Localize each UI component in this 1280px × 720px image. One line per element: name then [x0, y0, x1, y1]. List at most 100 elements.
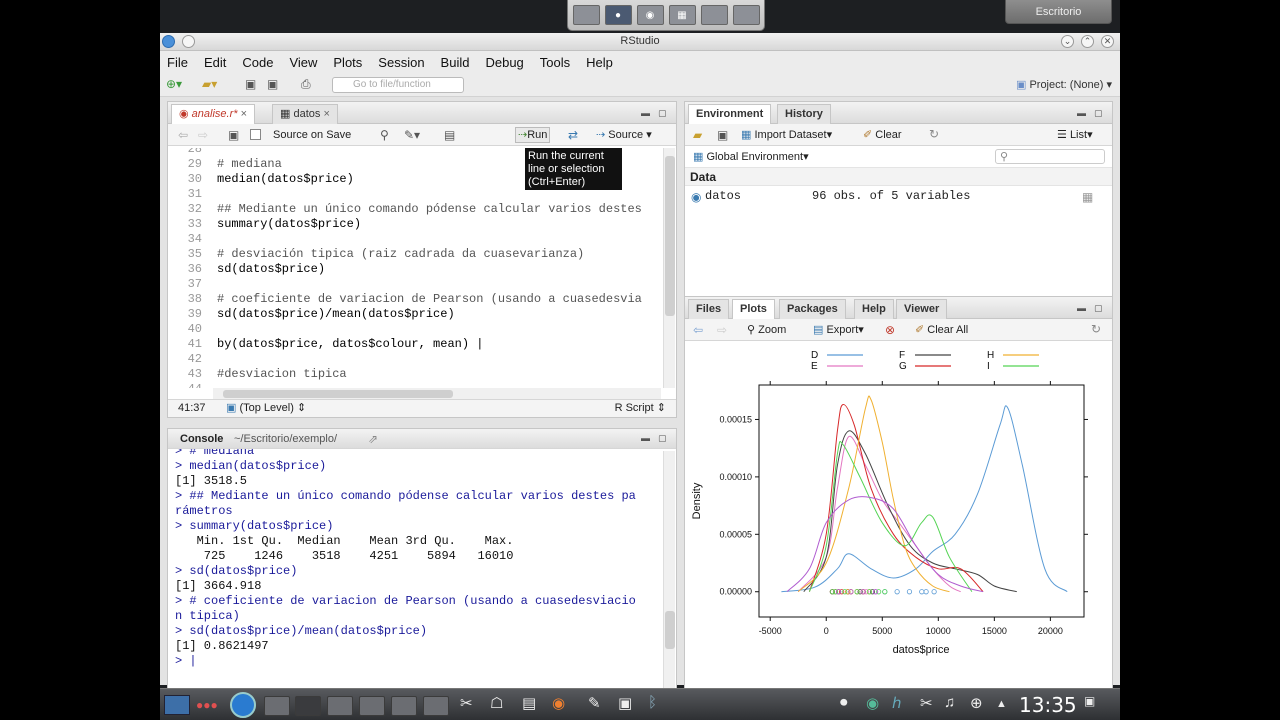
pane-minimize-icon[interactable]: ▬ — [641, 433, 650, 443]
menu-plots[interactable]: Plots — [333, 55, 362, 70]
editor-vertical-scrollbar[interactable] — [663, 148, 675, 388]
project-menu[interactable]: ▣ Project: (None) ▾ — [1016, 78, 1112, 91]
source-on-save-checkbox[interactable] — [250, 129, 261, 140]
load-workspace-icon[interactable]: ▰ — [693, 128, 702, 142]
tab-close-icon[interactable]: × — [241, 108, 247, 120]
tab-viewer[interactable]: Viewer — [896, 299, 948, 319]
hp-icon[interactable]: ℎ — [892, 694, 902, 712]
source-button[interactable]: ⇢ Source ▾ — [596, 128, 652, 142]
env-row-datos[interactable]: ◉ datos 96 obs. of 5 variables ▦ — [685, 188, 1112, 206]
rerun-icon[interactable]: ⇄ — [568, 128, 578, 142]
close-icon[interactable]: ✕ — [1101, 35, 1114, 48]
save-all-icon[interactable]: ▣ — [267, 77, 278, 91]
code-tools-icon[interactable]: ✎▾ — [404, 128, 420, 142]
forward-icon[interactable]: ⇨ — [198, 128, 208, 142]
taskbar-window-1[interactable] — [264, 696, 290, 716]
lock-icon[interactable]: ▣ — [1084, 694, 1095, 708]
taskbar-window-6[interactable] — [423, 696, 449, 716]
goto-file-input[interactable]: Go to file/function — [332, 77, 464, 93]
search-icon[interactable]: ⚲ — [380, 128, 389, 142]
env-search-input[interactable]: ⚲ — [995, 149, 1105, 164]
zoom-button[interactable]: ⚲ Zoom — [747, 323, 786, 337]
pane-maximize-icon[interactable]: ▢ — [658, 108, 667, 119]
firefox-icon[interactable]: ◉ — [552, 694, 565, 712]
console-output[interactable]: > # mediana > median(datos$price) [1] 3518… — [168, 449, 662, 711]
maximize-icon[interactable]: ⌃ — [1081, 35, 1094, 48]
tab-environment[interactable]: Environment — [688, 104, 772, 125]
bluetooth-icon[interactable]: ᛒ — [648, 694, 657, 711]
pager-task-1[interactable] — [572, 5, 600, 25]
taskbar-window-3[interactable] — [327, 696, 353, 716]
pager-task-4[interactable]: ▦ — [668, 5, 696, 25]
console-scrollbar[interactable] — [663, 451, 675, 701]
export-button[interactable]: ▤ Export▾ — [813, 323, 864, 337]
global-env-selector[interactable]: ▦ Global Environment▾ — [693, 150, 809, 164]
window-titlebar[interactable]: RStudio ⌄ ⌃ ✕ — [160, 33, 1120, 51]
clipboard-icon[interactable]: ▤ — [522, 694, 536, 712]
record-icon[interactable]: ⏺ — [840, 694, 848, 711]
menu-session[interactable]: Session — [378, 55, 424, 70]
menu-debug[interactable]: Debug — [485, 55, 523, 70]
tab-plots[interactable]: Plots — [732, 299, 775, 320]
back-icon[interactable]: ⇦ — [178, 128, 188, 142]
taskbar-window-4[interactable] — [359, 696, 385, 716]
menu-tools[interactable]: Tools — [540, 55, 570, 70]
tools-icon[interactable]: ✂ — [460, 694, 473, 712]
view-table-icon[interactable]: ▦ — [1082, 190, 1093, 204]
print-icon[interactable]: ⎙ — [301, 77, 311, 91]
show-desktop-icon[interactable] — [164, 695, 190, 715]
minimize-icon[interactable]: ⌄ — [1061, 35, 1074, 48]
expand-icon[interactable]: ◉ — [691, 190, 701, 204]
save-icon[interactable]: ▣ — [228, 128, 239, 142]
network-status-icon[interactable]: ◉ — [866, 694, 879, 712]
pane-maximize-icon[interactable]: ▢ — [1094, 108, 1103, 119]
goto-directory-icon[interactable]: ⇗ — [368, 432, 378, 446]
remove-plot-icon[interactable]: ⊗ — [885, 323, 895, 337]
clear-env-button[interactable]: ✐ Clear — [863, 128, 902, 142]
menu-view[interactable]: View — [289, 55, 317, 70]
import-dataset-button[interactable]: ▦ Import Dataset▾ — [741, 128, 832, 142]
tab-close-icon[interactable]: × — [323, 108, 329, 120]
scope-selector[interactable]: ▣ (Top Level) ⇕ — [226, 400, 306, 417]
menu-build[interactable]: Build — [441, 55, 470, 70]
refresh-plot-icon[interactable]: ↻ — [1091, 322, 1101, 336]
volume-icon[interactable]: ♫ — [944, 694, 955, 711]
tab-files[interactable]: Files — [688, 299, 730, 319]
taskbar-window-5[interactable] — [391, 696, 417, 716]
filetype-selector[interactable]: R Script ⇕ — [615, 400, 666, 417]
menu-file[interactable]: File — [167, 55, 188, 70]
pane-minimize-icon[interactable]: ▬ — [1077, 303, 1086, 313]
start-menu-icon[interactable] — [230, 692, 256, 718]
taskbar-window-2[interactable] — [295, 696, 321, 716]
save-icon[interactable]: ▣ — [245, 77, 256, 91]
network-tray-icon[interactable]: ⊕ — [970, 694, 983, 712]
run-button[interactable]: ⇢Run — [515, 127, 551, 143]
menu-code[interactable]: Code — [242, 55, 273, 70]
pager-task-5[interactable] — [700, 5, 728, 25]
tab-history[interactable]: History — [777, 104, 831, 124]
pager-task-6[interactable] — [732, 5, 760, 25]
pane-minimize-icon[interactable]: ▬ — [641, 108, 650, 118]
tab-datos[interactable]: ▦ datos × — [272, 104, 338, 124]
next-plot-icon[interactable]: ⇨ — [717, 323, 727, 337]
compile-report-icon[interactable]: ▤ — [444, 128, 455, 142]
editor-icon[interactable]: ✎ — [588, 694, 601, 712]
tab-analise[interactable]: ◉ analise.r* × — [171, 104, 256, 125]
pane-minimize-icon[interactable]: ▬ — [1077, 108, 1086, 118]
pager-task-firefox[interactable]: ◉ — [636, 5, 664, 25]
screenshot-icon[interactable]: ▣ — [618, 694, 632, 712]
tray-arrow-icon[interactable]: ▲ — [996, 698, 1007, 710]
tab-packages[interactable]: Packages — [779, 299, 846, 319]
pager-dots-icon[interactable]: ●●● — [196, 698, 218, 712]
pager-task-2[interactable]: ● — [604, 5, 632, 25]
pane-maximize-icon[interactable]: ▢ — [1094, 303, 1103, 314]
refresh-icon[interactable]: ↻ — [929, 127, 939, 141]
open-file-icon[interactable]: ▰▾ — [202, 77, 217, 91]
list-view-button[interactable]: ☰ List▾ — [1057, 128, 1093, 142]
tab-help[interactable]: Help — [854, 299, 894, 319]
menu-help[interactable]: Help — [586, 55, 613, 70]
clear-all-button[interactable]: ✐ Clear All — [915, 323, 968, 337]
console-scroll-thumb[interactable] — [665, 611, 675, 649]
cut-icon[interactable]: ✂ — [920, 694, 933, 712]
pane-maximize-icon[interactable]: ▢ — [658, 433, 667, 444]
